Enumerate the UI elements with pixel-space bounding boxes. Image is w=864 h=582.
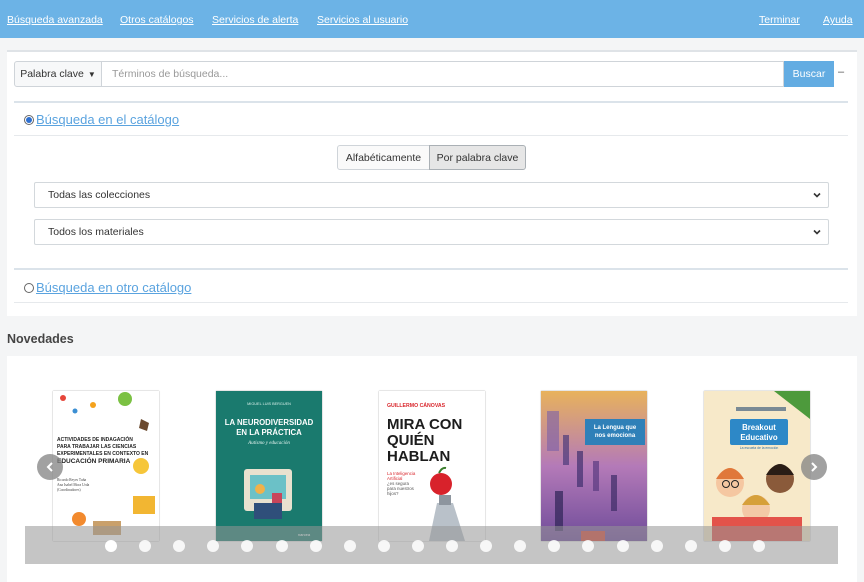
book3-author: GUILLERMO CÁNOVAS [387,402,446,409]
carousel-next-button[interactable] [801,454,827,480]
radio-catalog-search[interactable] [24,115,34,125]
book2-author: MIGUEL LUIS BERGUEN [247,402,291,406]
caret-down-icon: ▼ [87,69,96,79]
book1-title-4: EDUCACIÓN PRIMARIA [57,456,131,465]
materials-select-value: Todos los materiales [48,226,144,238]
divider [14,302,848,303]
book4-title-2: nos emociona [595,433,636,439]
book3-title-1: MIRA CON [387,416,462,433]
book2-title-1: LA NEURODIVERSIDAD [225,418,314,427]
carousel-dot[interactable] [378,540,390,552]
carousel-dot[interactable] [344,540,356,552]
book5-title-1: Breakout [742,423,776,432]
book-cover-actividades[interactable]: ACTIVIDADES DE INDAGACIÓN PARA TRABAJAR … [53,391,159,541]
carousel-dot[interactable] [548,540,560,552]
chevron-right-icon [811,462,818,472]
nav-link-alert-services[interactable]: Servicios de alerta [212,14,298,26]
collections-select-value: Todas las colecciones [48,189,151,201]
carousel-dot[interactable] [685,540,697,552]
book1-author-2: Ana Isabel Mora Urda [57,483,90,487]
book1-title-1: ACTIVIDADES DE INDAGACIÓN [57,435,133,443]
nav-link-logout[interactable]: Terminar [759,14,800,26]
carousel-dot[interactable] [173,540,185,552]
materials-select[interactable]: Todos los materiales [34,219,829,245]
carousel-dot[interactable] [753,540,765,552]
chevron-down-icon [813,192,821,198]
carousel-dot[interactable] [276,540,288,552]
search-bar: Palabra clave ▼ Buscar [14,61,834,87]
book2-subtitle: Autismo y educación [247,441,290,446]
book4-title-1: La Lengua que [594,425,637,431]
carousel-dot[interactable] [617,540,629,552]
nav-link-advanced-search[interactable]: Búsqueda avanzada [7,14,103,26]
nav-link-user-services[interactable]: Servicios al usuario [317,14,408,26]
book2-title-2: EN LA PRÁCTICA [236,428,302,437]
carousel-dot[interactable] [582,540,594,552]
book1-author-1: Ricardo Reyes Tuña [57,478,87,482]
mode-keyword-button[interactable]: Por palabra clave [429,145,526,170]
divider [14,268,848,270]
mode-alphabetical-button[interactable]: Alfabéticamente [337,145,430,170]
collapse-toggle[interactable]: – [838,66,844,78]
chevron-down-icon [813,229,821,235]
nav-link-help[interactable]: Ayuda [823,14,853,26]
carousel-dot[interactable] [310,540,322,552]
catalog-search-link[interactable]: Búsqueda en el catálogo [36,112,179,127]
carousel-dot[interactable] [241,540,253,552]
book1-title-3: EXPERIMENTALES EN CONTEXTO EN [57,451,149,457]
carousel-dot[interactable] [446,540,458,552]
carousel-dot[interactable] [480,540,492,552]
top-navigation-bar: Búsqueda avanzada Otros catálogos Servic… [0,0,864,38]
carousel-dot[interactable] [207,540,219,552]
search-input[interactable] [102,61,784,87]
book5-title-2: Educativo [740,433,777,442]
novedades-heading: Novedades [7,332,74,346]
other-catalog-link[interactable]: Búsqueda en otro catálogo [36,280,191,295]
book-cover-breakout-educativo[interactable]: Breakout Educativo La escuela de la emoc… [704,391,810,541]
divider [14,135,848,136]
book1-author-3: (Coordinadores) [57,488,81,492]
carousel-prev-button[interactable] [37,454,63,480]
search-type-dropdown[interactable]: Palabra clave ▼ [14,61,102,87]
chevron-left-icon [46,462,53,472]
collections-select[interactable]: Todas las colecciones [34,182,829,208]
divider [14,101,848,103]
carousel-dot[interactable] [139,540,151,552]
book3-title-2: QUIÉN [387,432,435,449]
carousel-dot[interactable] [651,540,663,552]
book-cover-mira-con-quien-hablan[interactable]: GUILLERMO CÁNOVAS MIRA CON QUIÉN HABLAN … [379,391,485,541]
book1-title-2: PARA TRABAJAR LAS CIENCIAS [57,444,137,450]
book5-subtitle: La escuela de la emoción [740,446,779,450]
book3-title-3: HABLAN [387,448,450,465]
search-type-label: Palabra clave [20,68,84,80]
radio-other-catalog[interactable] [24,283,34,293]
book-cover-neurodiversidad[interactable]: MIGUEL LUIS BERGUEN LA NEURODIVERSIDAD E… [216,391,322,541]
book-cover-la-lengua-que-nos-emociona[interactable]: La Lengua que nos emociona [541,391,647,541]
nav-link-other-catalogs[interactable]: Otros catálogos [120,14,194,26]
search-button[interactable]: Buscar [784,61,834,87]
carousel-dot[interactable] [105,540,117,552]
carousel-dot[interactable] [514,540,526,552]
carousel-dot[interactable] [719,540,731,552]
book3-tagline-5: hijos? [387,491,399,496]
carousel-dot[interactable] [412,540,424,552]
